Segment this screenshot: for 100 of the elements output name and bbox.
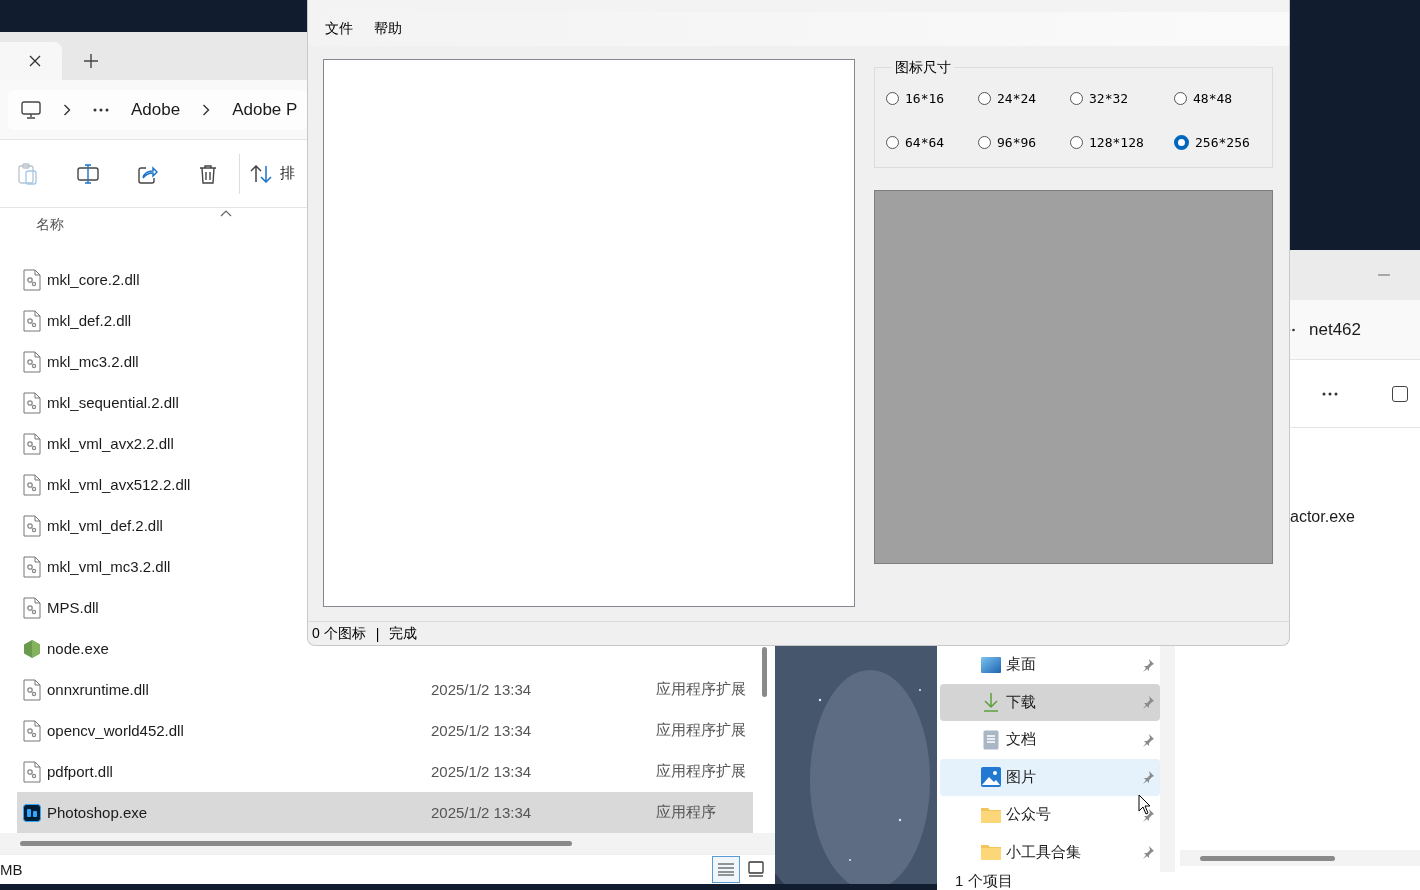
file-type: 应用程序扩展 xyxy=(656,680,746,699)
file-type: 应用程序扩展 xyxy=(656,762,746,781)
nav-item[interactable]: 小工具合集 xyxy=(940,833,1160,871)
file-name: onnxruntime.dll xyxy=(47,681,150,698)
scrollbar-thumb[interactable] xyxy=(20,841,572,846)
file-row[interactable]: node.exe xyxy=(17,628,307,669)
nav-item[interactable]: 文档 xyxy=(940,721,1160,759)
dll-file-icon xyxy=(23,391,41,414)
scrollbar-thumb[interactable] xyxy=(1200,855,1335,861)
radio-button[interactable] xyxy=(1174,92,1187,106)
file-row[interactable]: mkl_vml_avx512.2.dll xyxy=(17,464,307,505)
file-name: Photoshop.exe xyxy=(47,804,149,821)
file-name: mkl_sequential.2.dll xyxy=(47,394,180,411)
breadcrumb-item[interactable]: Adobe xyxy=(131,100,181,120)
radio-button[interactable] xyxy=(886,92,899,106)
file-name: MPS.dll xyxy=(47,599,100,616)
sort-caret-icon[interactable] xyxy=(220,210,232,217)
file-row[interactable]: Photoshop.exe 2025/1/2 13:34 应用程序 xyxy=(17,792,753,833)
radio-button[interactable] xyxy=(978,136,991,150)
nav-item[interactable]: 桌面 xyxy=(940,646,1160,684)
computer-icon[interactable] xyxy=(21,101,41,119)
status-count: 0 个图标 xyxy=(312,624,366,643)
address-bar[interactable]: Adobe Adobe P xyxy=(8,90,307,130)
nav-label: 文档 xyxy=(1006,730,1036,750)
breadcrumb-item[interactable]: Adobe P xyxy=(232,100,298,120)
radio-label[interactable]: 48*48 xyxy=(1193,91,1233,107)
radio-label[interactable]: 24*24 xyxy=(997,91,1037,107)
radio-button[interactable] xyxy=(1070,136,1083,150)
group-title: 图标尺寸 xyxy=(894,58,952,77)
file-row[interactable]: pdfport.dll 2025/1/2 13:34 应用程序扩展 xyxy=(17,751,753,792)
dll-file-icon xyxy=(23,514,41,537)
cursor-icon xyxy=(1138,794,1152,815)
file-name: node.exe xyxy=(47,640,110,657)
file-row[interactable]: mkl_vml_mc3.2.dll xyxy=(17,546,307,587)
scrollbar-thumb[interactable] xyxy=(762,647,767,697)
nav-label: 小工具合集 xyxy=(1006,842,1081,862)
details-view-button[interactable] xyxy=(712,855,740,883)
chevron-icon xyxy=(202,104,211,116)
dll-file-icon xyxy=(23,760,41,783)
file-name: mkl_vml_avx512.2.dll xyxy=(47,476,192,493)
file-row[interactable]: mkl_core.2.dll xyxy=(17,259,307,300)
file-row[interactable]: mkl_mc3.2.dll xyxy=(17,341,307,382)
nav-label: 图片 xyxy=(1006,767,1036,787)
radio-label[interactable]: 256*256 xyxy=(1195,135,1250,151)
radio-label[interactable]: 16*16 xyxy=(905,91,945,107)
folder-icon xyxy=(981,806,1001,823)
download-icon xyxy=(982,692,1000,713)
file-row[interactable]: mkl_sequential.2.dll xyxy=(17,382,307,423)
radio-label[interactable]: 128*128 xyxy=(1089,135,1144,151)
dll-file-icon xyxy=(23,596,41,619)
rename-icon[interactable] xyxy=(77,163,99,184)
radio-button[interactable] xyxy=(1174,135,1189,151)
file-row[interactable]: mkl_vml_def.2.dll xyxy=(17,505,307,546)
breadcrumb-item[interactable]: net462 xyxy=(1309,319,1361,340)
close-icon[interactable] xyxy=(29,55,41,67)
more-options-icon[interactable] xyxy=(1322,391,1338,396)
pin-icon[interactable] xyxy=(1141,807,1155,822)
radio-label[interactable]: 32*32 xyxy=(1089,91,1129,107)
plus-icon[interactable] xyxy=(84,54,98,68)
radio-label[interactable]: 96*96 xyxy=(997,135,1037,151)
file-name: mkl_def.2.dll xyxy=(47,312,133,329)
picture-icon xyxy=(981,767,1001,788)
radio-button[interactable] xyxy=(1070,92,1083,106)
sort-label[interactable]: 排 xyxy=(280,164,295,183)
column-header[interactable]: 名称 xyxy=(36,216,64,259)
delete-icon[interactable] xyxy=(199,163,217,184)
sort-icon[interactable] xyxy=(250,164,272,183)
list-view-icon[interactable] xyxy=(718,862,734,876)
tile-view-icon[interactable] xyxy=(748,861,764,877)
file-date: 2025/1/2 13:34 xyxy=(431,681,533,698)
dll-file-icon xyxy=(23,268,41,291)
file-row[interactable]: mkl_vml_avx2.2.dll xyxy=(17,423,307,464)
status-text: 1 个项目 xyxy=(954,872,1014,890)
file-type: 应用程序 xyxy=(656,803,716,822)
dll-file-icon xyxy=(23,719,41,742)
dll-file-icon xyxy=(23,432,41,455)
more-icon[interactable] xyxy=(93,108,109,112)
file-row[interactable]: opencv_world452.dll 2025/1/2 13:34 应用程序扩展 xyxy=(17,710,753,751)
nav-item[interactable]: 图片 xyxy=(940,758,1160,796)
file-name: mkl_core.2.dll xyxy=(47,271,141,288)
file-name: opencv_world452.dll xyxy=(47,722,185,739)
radio-label[interactable]: 64*64 xyxy=(905,135,945,151)
radio-button[interactable] xyxy=(978,92,991,106)
nav-item[interactable]: 下载 xyxy=(940,683,1160,721)
status-separator: | xyxy=(375,625,380,642)
radio-button[interactable] xyxy=(886,136,899,150)
dll-file-icon xyxy=(23,350,41,373)
file-date: 2025/1/2 13:34 xyxy=(431,722,533,739)
file-row[interactable]: mkl_def.2.dll xyxy=(17,300,307,341)
status-text: MB xyxy=(0,860,23,878)
file-type: 应用程序扩展 xyxy=(656,721,746,740)
file-name: pdfport.dll xyxy=(47,763,114,780)
file-row[interactable]: MPS.dll xyxy=(17,587,307,628)
file-name[interactable]: actor.exe xyxy=(1290,508,1420,526)
menu-item[interactable]: 文件 xyxy=(325,19,353,38)
select-icon[interactable] xyxy=(1392,385,1408,402)
file-row[interactable]: onnxruntime.dll 2025/1/2 13:34 应用程序扩展 xyxy=(17,669,753,710)
desktop-icon xyxy=(981,656,1001,673)
menu-item[interactable]: 帮助 xyxy=(374,19,402,38)
status-message: 完成 xyxy=(389,624,418,643)
